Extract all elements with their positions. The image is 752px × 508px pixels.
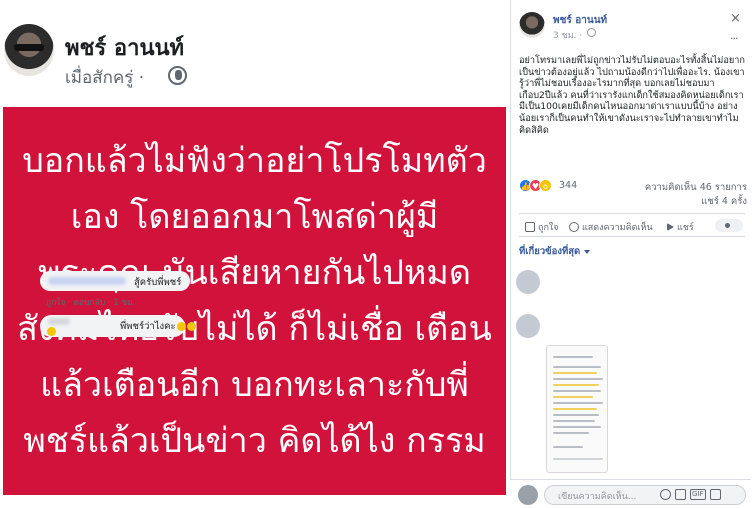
screenshot-text-line xyxy=(553,432,589,434)
share-audience-dropdown[interactable] xyxy=(715,219,743,232)
screenshot-text-line xyxy=(553,378,603,380)
commenter-avatar[interactable] xyxy=(516,314,540,338)
screenshot-highlight xyxy=(553,372,597,374)
camera-icon[interactable] xyxy=(675,489,686,500)
image-text-line: แล้วเตือนอีก บอกทะเลาะกับพี่ xyxy=(40,365,469,405)
screenshot-text-line xyxy=(553,402,603,404)
comment-input-icons: GIF xyxy=(660,489,721,500)
image-text-line: บอกแล้วไม่ฟังว่าอย่าโปรโมทตัว xyxy=(22,141,487,181)
image-text-line: พชร์แล้วเป็นข่าว คิดได้ไง กรรม xyxy=(23,421,486,461)
screenshot-text-line xyxy=(553,414,599,416)
share-button[interactable]: แชร์ xyxy=(667,220,694,234)
image-text-line: เอง โดยออกมาโพสด่าผู้มี xyxy=(70,197,439,237)
globe-icon xyxy=(168,66,187,85)
screenshot-text-line xyxy=(553,426,601,428)
screenshot-highlight xyxy=(553,384,599,386)
comment-text-content: พี่พชร์ว่าไงคะ xyxy=(120,321,176,332)
comment-button[interactable]: แสดงความคิดเห็น xyxy=(569,220,653,234)
comment-screenshot-image[interactable] xyxy=(546,345,608,473)
laughing-emoji-icon xyxy=(47,327,56,336)
globe-icon xyxy=(587,28,596,37)
comment-sort-dropdown[interactable]: ที่เกี่ยวข้องที่สุด xyxy=(519,244,590,259)
like-button[interactable]: ถูกใจ xyxy=(525,220,559,234)
laughing-emoji-icon xyxy=(176,322,186,331)
reaction-summary: 👍 ♥ o 344 ความคิดเห็น 46 รายการ แชร์ 4 ค… xyxy=(519,179,747,207)
screenshot-text-line xyxy=(553,356,593,358)
screenshot-text-line xyxy=(553,420,595,422)
comment-text: สู้ครับพี่พชร์ xyxy=(134,277,182,288)
laughing-emoji-icon xyxy=(186,322,196,331)
emoji-icon[interactable] xyxy=(660,489,671,500)
screenshot-highlight xyxy=(553,396,593,398)
left-post-footer xyxy=(0,495,508,508)
screenshot-text-line xyxy=(553,366,601,368)
commenter-avatar[interactable] xyxy=(516,270,540,294)
blurred-commenter-name xyxy=(48,318,70,325)
share-label: แชร์ xyxy=(677,223,694,233)
comment-bubble-icon xyxy=(569,222,579,232)
post-action-bar: ถูกใจ แสดงความคิดเห็น แชร์ xyxy=(519,213,745,237)
screenshot-text-line xyxy=(553,446,583,448)
author-name[interactable]: พชร์ อานนท์ xyxy=(553,13,607,28)
comment-emoji-row xyxy=(46,327,56,336)
share-arrow-icon xyxy=(667,223,674,231)
avatar-glasses xyxy=(14,44,44,51)
left-post: พชร์ อานนท์ เมื่อสักครู่ · บอกแล้วไม่ฟัง… xyxy=(0,0,508,508)
gif-icon[interactable]: GIF xyxy=(690,489,706,500)
write-comment-bar: เขียนความคิดเห็น... GIF xyxy=(510,479,751,508)
close-icon[interactable]: × xyxy=(730,11,741,26)
blurred-commenter-name xyxy=(48,277,126,285)
reaction-count[interactable]: 344 xyxy=(559,180,577,191)
wow-reaction-icon[interactable]: o xyxy=(539,179,552,192)
left-post-header: พชร์ อานนท์ เมื่อสักครู่ · xyxy=(0,0,508,105)
comment-text: พี่พชร์ว่าไงคะ xyxy=(120,319,196,334)
post-time[interactable]: 3 ชม. · xyxy=(553,28,582,42)
screenshot-highlight xyxy=(553,408,597,410)
thumbs-up-icon xyxy=(525,222,535,232)
comment-count[interactable]: ความคิดเห็น 46 รายการ xyxy=(637,180,747,195)
sticker-icon[interactable] xyxy=(709,489,721,500)
post-body-text: อย่าโทรมาเลยพี่ไม่ถูกข่าวไม่รับไม่ตอบอะไ… xyxy=(519,55,745,136)
comment-label: แสดงความคิดเห็น xyxy=(582,223,653,233)
avatar[interactable] xyxy=(4,24,54,76)
screenshot-text-line xyxy=(553,390,601,392)
author-name[interactable]: พชร์ อานนท์ xyxy=(65,30,184,65)
like-label: ถูกใจ xyxy=(538,223,559,233)
share-count[interactable]: แชร์ 4 ครั้ง xyxy=(637,194,747,209)
more-options-icon[interactable]: ··· xyxy=(730,32,738,45)
comment-input-placeholder: เขียนความคิดเห็น... xyxy=(558,492,637,502)
avatar[interactable] xyxy=(519,12,545,38)
screenshot-input-bar xyxy=(553,458,603,460)
comment-meta[interactable]: ถูกใจ · ตอบกลับ · 1 ชม. xyxy=(46,295,136,309)
post-time[interactable]: เมื่อสักครู่ · xyxy=(65,64,144,91)
current-user-avatar xyxy=(518,485,538,505)
